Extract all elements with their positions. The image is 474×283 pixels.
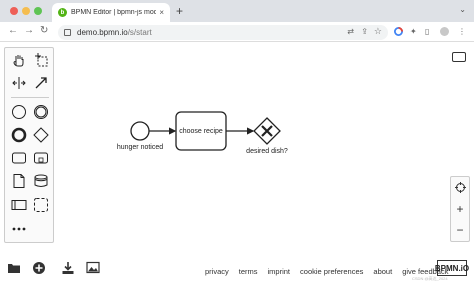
open-folder-icon[interactable] [6,260,21,275]
bpmn-diagram: hunger noticed choose recipe desired dis… [117,111,288,155]
gateway-tool-icon[interactable] [32,126,50,144]
footer-link[interactable]: cookie preferences [300,267,363,276]
footer-link[interactable]: privacy [205,267,229,276]
intermediate-event-tool-icon[interactable] [32,103,50,121]
file-actions [6,260,100,275]
gateway-label: desired dish? [246,148,288,155]
more-tools-icon[interactable] [10,220,28,238]
zoom-controls: + − [450,176,470,242]
bpmn-io-logo[interactable]: BPMN.iO [435,260,469,276]
space-tool-icon[interactable] [10,74,28,92]
download-icon[interactable] [60,260,75,275]
watermark-text: CSDN @高达_2024 [412,276,448,281]
create-new-icon[interactable] [31,260,46,275]
data-store-tool-icon[interactable] [32,172,50,190]
export-image-icon[interactable] [85,260,100,275]
palette-separator [11,97,49,98]
group-tool-icon[interactable] [32,196,50,214]
footer-link[interactable]: terms [239,267,258,276]
start-event[interactable] [130,121,150,141]
lasso-tool-icon[interactable] [32,51,50,69]
reset-view-icon[interactable] [451,177,469,197]
footer-link[interactable]: about [373,267,392,276]
data-object-tool-icon[interactable] [10,172,28,190]
global-connect-tool-icon[interactable] [32,74,50,92]
end-event-tool-icon[interactable] [10,126,28,144]
keyboard-icon[interactable] [452,52,466,62]
pool-tool-icon[interactable] [10,196,28,214]
task-tool-icon[interactable] [10,149,28,167]
zoom-in-icon[interactable]: + [451,199,469,219]
tool-palette [4,47,54,243]
footer-link[interactable]: imprint [268,267,291,276]
start-event-label: hunger noticed [117,144,163,151]
zoom-out-icon[interactable]: − [451,220,469,240]
footer-links: privacy terms imprint cookie preferences abo… [205,267,448,276]
hand-tool-icon[interactable] [10,51,28,69]
task-label: choose recipe [179,128,223,135]
subprocess-tool-icon[interactable] [32,149,50,167]
start-event-tool-icon[interactable] [10,103,28,121]
